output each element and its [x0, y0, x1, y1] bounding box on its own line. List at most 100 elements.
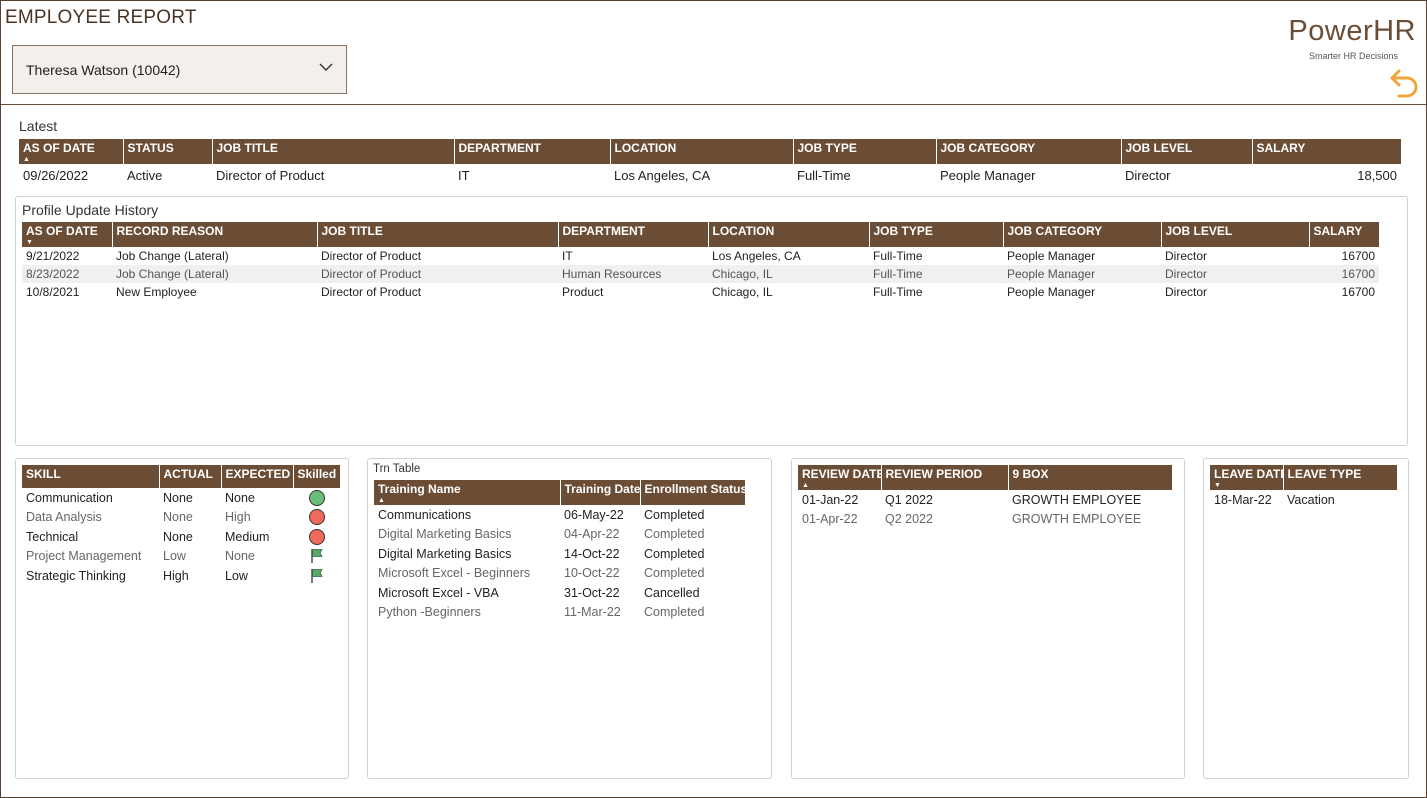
table-cell: 09/26/2022 [23, 167, 89, 183]
column-header[interactable]: DEPARTMENT [453, 139, 610, 164]
column-header[interactable]: STATUS [122, 139, 212, 164]
table-cell: People Manager [940, 167, 1036, 183]
column-header[interactable]: JOB TITLE [211, 139, 454, 164]
table-cell: People Manager [1007, 249, 1096, 263]
table-cell: 9/21/2022 [26, 249, 80, 263]
column-header[interactable]: Skilled [292, 465, 340, 488]
table-cell: Completed [644, 566, 705, 581]
sort-asc-icon: ▲ [23, 156, 30, 163]
column-header[interactable]: Training Date [559, 480, 640, 505]
red-circle-icon [308, 509, 325, 526]
skill-actual: High [163, 568, 189, 583]
column-header[interactable]: LEAVE TYPE [1282, 465, 1397, 490]
column-header[interactable]: DEPARTMENT [557, 222, 708, 247]
employee-select[interactable]: Theresa Watson (10042) [12, 45, 347, 94]
leave-panel: LEAVE DATE ▼ LEAVE TYPE 18-Mar-22 Vacatio… [1203, 458, 1409, 779]
table-row: 09/26/2022 Active Director of Product IT… [19, 164, 1401, 186]
training-header-row: Training Name ▲ Training Date Enrollment … [374, 480, 745, 505]
skills-header-row: SKILL ACTUAL EXPECTED Skilled [22, 465, 340, 488]
back-arrow-icon[interactable] [1388, 67, 1420, 101]
table-cell: Chicago, IL [708, 265, 869, 283]
table-cell: Completed [644, 546, 705, 561]
green-flag-icon [310, 549, 323, 564]
table-row: 9/21/2022 Job Change (Lateral) Director … [22, 247, 1379, 265]
table-cell: 16700 [1341, 249, 1375, 263]
table-cell: 31-Oct-22 [564, 585, 620, 600]
table-cell: Communications [378, 507, 472, 522]
table-cell: 16700 [1309, 265, 1379, 283]
chevron-down-icon [319, 63, 333, 71]
table-cell: Digital Marketing Basics [378, 527, 512, 542]
history-label: Profile Update History [22, 202, 159, 218]
skill-name: Strategic Thinking [26, 568, 126, 583]
skills-table: SKILL ACTUAL EXPECTED Skilled Communicat… [22, 465, 340, 586]
table-row: 01-Apr-22 Q2 2022 GROWTH EMPLOYEE [798, 510, 1172, 530]
column-header[interactable]: REVIEW PERIOD [880, 465, 1008, 490]
table-cell: Director of Product [317, 265, 558, 283]
column-header[interactable]: SALARY [1251, 139, 1401, 164]
table-cell: Cancelled [644, 585, 700, 600]
table-cell: Completed [644, 605, 705, 620]
red-circle-icon [308, 528, 325, 545]
skill-name: Technical [26, 529, 79, 544]
column-header[interactable]: Training Name ▲ [374, 480, 560, 505]
table-row: Microsoft Excel - Beginners 10-Oct-22 Co… [374, 564, 745, 584]
table-row: 8/23/2022 Job Change (Lateral) Director … [22, 265, 1379, 283]
table-cell: Los Angeles, CA [614, 167, 711, 183]
table-cell: Full-Time [873, 285, 923, 299]
column-header[interactable]: AS OF DATE ▼ [22, 222, 112, 247]
table-row: Digital Marketing Basics 14-Oct-22 Compl… [374, 544, 745, 564]
table-cell: IT [458, 167, 470, 183]
column-header[interactable]: JOB LEVEL [1120, 139, 1252, 164]
skill-expected: Medium [225, 529, 270, 544]
column-header[interactable]: LOCATION [609, 139, 793, 164]
column-header[interactable]: 9 BOX [1007, 465, 1172, 490]
column-header[interactable]: EXPECTED [220, 465, 293, 488]
table-cell: Director of Product [321, 285, 422, 299]
training-label: Trn Table [373, 463, 421, 475]
column-header[interactable]: JOB TITLE [316, 222, 558, 247]
history-panel: Profile Update History AS OF DATE ▼ RECOR… [15, 196, 1408, 446]
skill-expected: High [225, 510, 251, 525]
column-header[interactable]: Enrollment Status [639, 480, 745, 505]
column-header[interactable]: LEAVE DATE ▼ [1210, 465, 1283, 490]
column-header[interactable]: SKILL [22, 465, 159, 488]
column-header[interactable]: JOB CATEGORY [1002, 222, 1161, 247]
table-row: Python -Beginners 11-Mar-22 Completed [374, 603, 745, 623]
reviews-panel: REVIEW DATE ▲ REVIEW PERIOD 9 BOX 01-Jan-… [791, 458, 1185, 779]
column-header[interactable]: LOCATION [707, 222, 869, 247]
column-header[interactable]: REVIEW DATE ▲ [798, 465, 881, 490]
table-cell: 01-Apr-22 [802, 512, 858, 527]
skill-expected: None [225, 490, 255, 505]
column-header[interactable]: JOB TYPE [792, 139, 936, 164]
table-row: Data Analysis None High [22, 508, 340, 528]
table-cell: 16700 [1341, 285, 1375, 299]
table-cell: Chicago, IL [712, 285, 773, 299]
column-header[interactable]: JOB CATEGORY [935, 139, 1121, 164]
table-cell: IT [562, 249, 573, 263]
leave-table: LEAVE DATE ▼ LEAVE TYPE 18-Mar-22 Vacatio… [1210, 465, 1397, 510]
column-header[interactable]: SALARY [1308, 222, 1379, 247]
reviews-header-row: REVIEW DATE ▲ REVIEW PERIOD 9 BOX [798, 465, 1172, 490]
table-cell: Completed [644, 527, 705, 542]
table-cell: Product [562, 285, 604, 299]
table-cell: Director [1161, 265, 1309, 283]
skill-expected: Low [225, 568, 248, 583]
table-cell: 18-Mar-22 [1214, 492, 1272, 507]
table-cell: Job Change (Lateral) [116, 249, 229, 263]
table-cell: People Manager [1003, 265, 1161, 283]
column-header[interactable]: JOB LEVEL [1160, 222, 1309, 247]
table-cell: Full-Time [869, 265, 1003, 283]
latest-table: AS OF DATE ▲ STATUS JOB TITLE DEPARTMENT … [19, 139, 1401, 186]
column-header[interactable]: JOB TYPE [868, 222, 1003, 247]
column-header[interactable]: ACTUAL [158, 465, 221, 488]
table-cell: Full-Time [873, 249, 923, 263]
table-cell: Completed [644, 507, 705, 522]
column-header[interactable]: RECORD REASON [111, 222, 317, 247]
table-row: Digital Marketing Basics 04-Apr-22 Compl… [374, 525, 745, 545]
skill-actual: None [163, 490, 193, 505]
table-cell: 01-Jan-22 [802, 492, 859, 507]
table-cell: Microsoft Excel - Beginners [378, 566, 531, 581]
column-header[interactable]: AS OF DATE ▲ [19, 139, 123, 164]
leave-header-row: LEAVE DATE ▼ LEAVE TYPE [1210, 465, 1397, 490]
